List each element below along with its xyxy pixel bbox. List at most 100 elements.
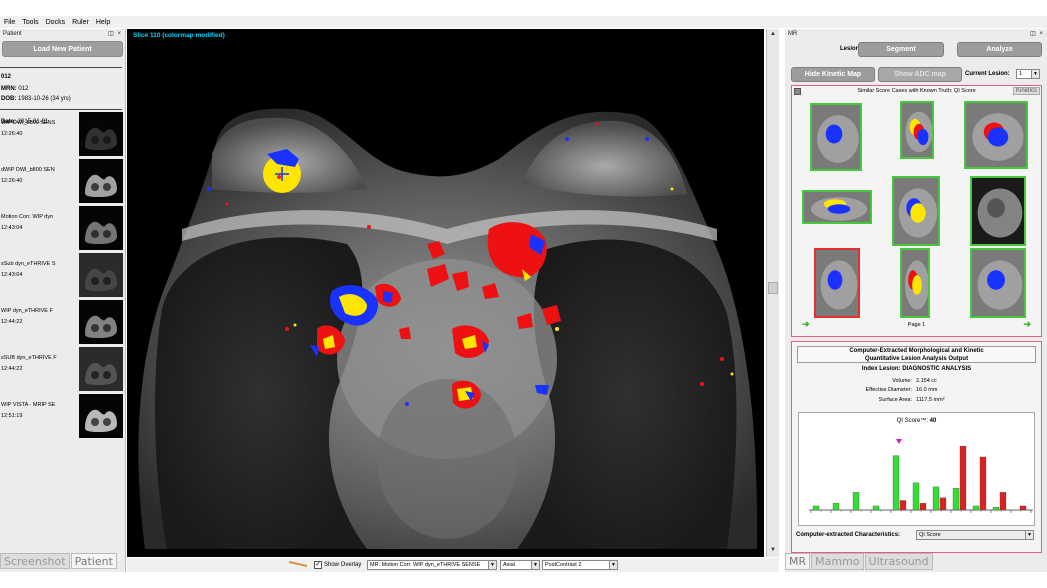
similar-case-thumbnail[interactable]: [892, 176, 940, 246]
mrn-value: 012: [18, 86, 29, 92]
series-time: 12:26:40: [1, 178, 23, 184]
orientation-select-value: Axial: [503, 562, 515, 568]
viewer-toolbar: ✓ Show Overlay MR: Motion Corr. WIP dyn_…: [127, 558, 779, 572]
mrn-row: MRN: 012: [1, 86, 28, 92]
series-time: 12:44:22: [1, 319, 23, 325]
series-item[interactable]: Motion Corr. WIP dyn 12:43:04: [0, 206, 124, 252]
series-name: sSub dyn_eTHRIVE S: [1, 261, 56, 267]
scroll-up-icon[interactable]: ▲: [769, 31, 777, 39]
right-tab-bar: MR Mammo Ultrasound: [785, 553, 934, 570]
menu-help[interactable]: Help: [96, 19, 110, 26]
series-time: 12:26:40: [1, 131, 23, 137]
segment-button[interactable]: Segment: [858, 42, 944, 57]
series-time: 12:44:22: [1, 366, 23, 372]
series-item[interactable]: dWIP DWI_b800 SEN 12:26:40: [0, 159, 124, 205]
menubar: File Tools Docks Ruler Help: [0, 16, 1047, 28]
hide-kinetic-map-button[interactable]: Hide Kinetic Map: [791, 67, 875, 82]
tab-mammo[interactable]: Mammo: [811, 553, 864, 570]
show-overlay-checkbox[interactable]: ✓: [314, 561, 322, 569]
scroll-down-icon[interactable]: ▼: [769, 547, 777, 555]
current-lesion-value: 1: [1019, 71, 1023, 77]
chevron-down-icon[interactable]: ▼: [1031, 70, 1039, 78]
chevron-down-icon[interactable]: ▼: [609, 561, 617, 569]
menu-ruler[interactable]: Ruler: [72, 19, 89, 26]
mr-panel: MR ◫ × Lesion: Segment Analyze Hide Kine…: [785, 29, 1047, 572]
patient-dock-title-bar: Patient ◫ ×: [0, 29, 125, 38]
series-item[interactable]: WIP dyn_eTHRIVE F 12:44:22: [0, 300, 124, 346]
chart-bar-red: [959, 445, 967, 511]
series-name: sSUB dyn_eTHRIVE F: [1, 355, 57, 361]
similar-case-thumbnail[interactable]: [814, 248, 860, 318]
viewer-scrollbar[interactable]: ▲ ▼: [766, 29, 779, 557]
series-thumbnail[interactable]: [79, 253, 123, 297]
series-item[interactable]: sSUB dyn_eTHRIVE F 12:44:22: [0, 347, 124, 393]
series-item[interactable]: sSub dyn_eTHRIVE S 12:43:04: [0, 253, 124, 299]
series-item-text: WIP VISTA - MRIP SE 12:51:19: [1, 400, 75, 422]
menu-file[interactable]: File: [4, 19, 15, 26]
characteristics-select[interactable]: QI Score ▼: [916, 530, 1034, 540]
kinetics-tab[interactable]: Kinetics: [1012, 87, 1040, 95]
ruler-icon[interactable]: [289, 561, 307, 567]
series-thumbnail[interactable]: [79, 347, 123, 391]
show-overlay-control[interactable]: ✓ Show Overlay: [314, 561, 361, 569]
show-overlay-label: Show Overlay: [324, 562, 362, 568]
dock-close-icon[interactable]: ◫ ×: [1030, 30, 1044, 37]
mr-image-viewer[interactable]: Slice 110 (colormap modified): [127, 29, 764, 557]
series-name: WIP dyn_eTHRIVE F: [1, 308, 53, 314]
tab-patient[interactable]: Patient: [70, 553, 117, 569]
patient-dock-title: Patient: [3, 30, 22, 37]
diameter-label: Effective Diameter:: [865, 387, 912, 393]
similar-case-thumbnail[interactable]: [802, 190, 872, 224]
show-adc-map-button[interactable]: Show ADC map: [878, 67, 962, 82]
chart-bar-red: [999, 492, 1007, 511]
similar-case-thumbnail[interactable]: [900, 248, 930, 318]
series-name: dWIP DWI_b800 SEN: [1, 167, 55, 173]
dock-close-icon[interactable]: ◫ ×: [108, 30, 122, 37]
series-thumbnail[interactable]: [79, 206, 123, 250]
similar-case-thumbnail[interactable]: [970, 248, 1026, 318]
chevron-down-icon[interactable]: ▼: [1025, 531, 1033, 539]
series-time: 12:51:19: [1, 413, 23, 419]
similar-case-thumbnail[interactable]: [900, 101, 934, 159]
similar-case-thumbnail[interactable]: [810, 103, 862, 171]
menu-docks[interactable]: Docks: [46, 19, 65, 26]
tab-mr[interactable]: MR: [785, 553, 811, 570]
similar-case-thumbnail[interactable]: [970, 176, 1026, 246]
dock-float-icon[interactable]: ◫: [108, 31, 115, 37]
series-item[interactable]: WIP VISTA - MRIP SE 12:51:19: [0, 394, 124, 440]
series-thumbnail[interactable]: [79, 159, 123, 203]
series-thumbnail[interactable]: [79, 300, 123, 344]
phase-select[interactable]: PostContrast 2 ▼: [542, 560, 618, 570]
current-lesion-select[interactable]: 1 ▼: [1016, 69, 1040, 79]
series-select-value: MR: Motion Corr. WIP dyn_eTHRIVE SENSE: [370, 562, 481, 568]
volume-label: Volume:: [892, 378, 912, 384]
next-page-icon[interactable]: ➔: [1023, 319, 1031, 330]
dock-close-glyph[interactable]: ×: [117, 31, 122, 37]
menu-tools[interactable]: Tools: [22, 19, 38, 26]
analyze-button[interactable]: Analyze: [957, 42, 1042, 57]
dob-label: DOB:: [1, 96, 17, 102]
spine-region: [377, 379, 517, 539]
similar-cases-panel: Similar Score Cases with Known Truth: QI…: [791, 85, 1042, 337]
chevron-down-icon[interactable]: ▼: [531, 561, 539, 569]
scrollbar-thumb[interactable]: [768, 282, 778, 294]
breast-mr-slice-image[interactable]: [127, 29, 764, 557]
tab-screenshot[interactable]: Screenshot: [0, 553, 70, 569]
dob-row: DOB: 1983-10-26 (34 yrs): [1, 96, 71, 102]
orientation-select[interactable]: Axial ▼: [500, 560, 540, 570]
load-new-patient-button[interactable]: Load New Patient: [2, 41, 123, 57]
series-item[interactable]: WIP DWI_b800 SENS 12:26:40: [0, 112, 124, 158]
similar-case-thumbnail[interactable]: [964, 101, 1028, 169]
tab-ultrasound[interactable]: Ultrasound: [864, 553, 933, 570]
series-thumbnail[interactable]: [79, 112, 123, 156]
chevron-down-icon[interactable]: ▼: [488, 561, 496, 569]
series-time: 12:43:04: [1, 272, 23, 278]
series-thumbnail[interactable]: [79, 394, 123, 438]
chart-bar-red: [979, 456, 987, 511]
series-time: 12:43:04: [1, 225, 23, 231]
series-name: Motion Corr. WIP dyn: [1, 214, 54, 220]
qi-score-marker: [896, 439, 902, 444]
series-select[interactable]: MR: Motion Corr. WIP dyn_eTHRIVE SENSE ▼: [367, 560, 497, 570]
chart-bar-green: [912, 482, 920, 511]
qi-score-chart: QI Score™: 40: [798, 412, 1035, 526]
